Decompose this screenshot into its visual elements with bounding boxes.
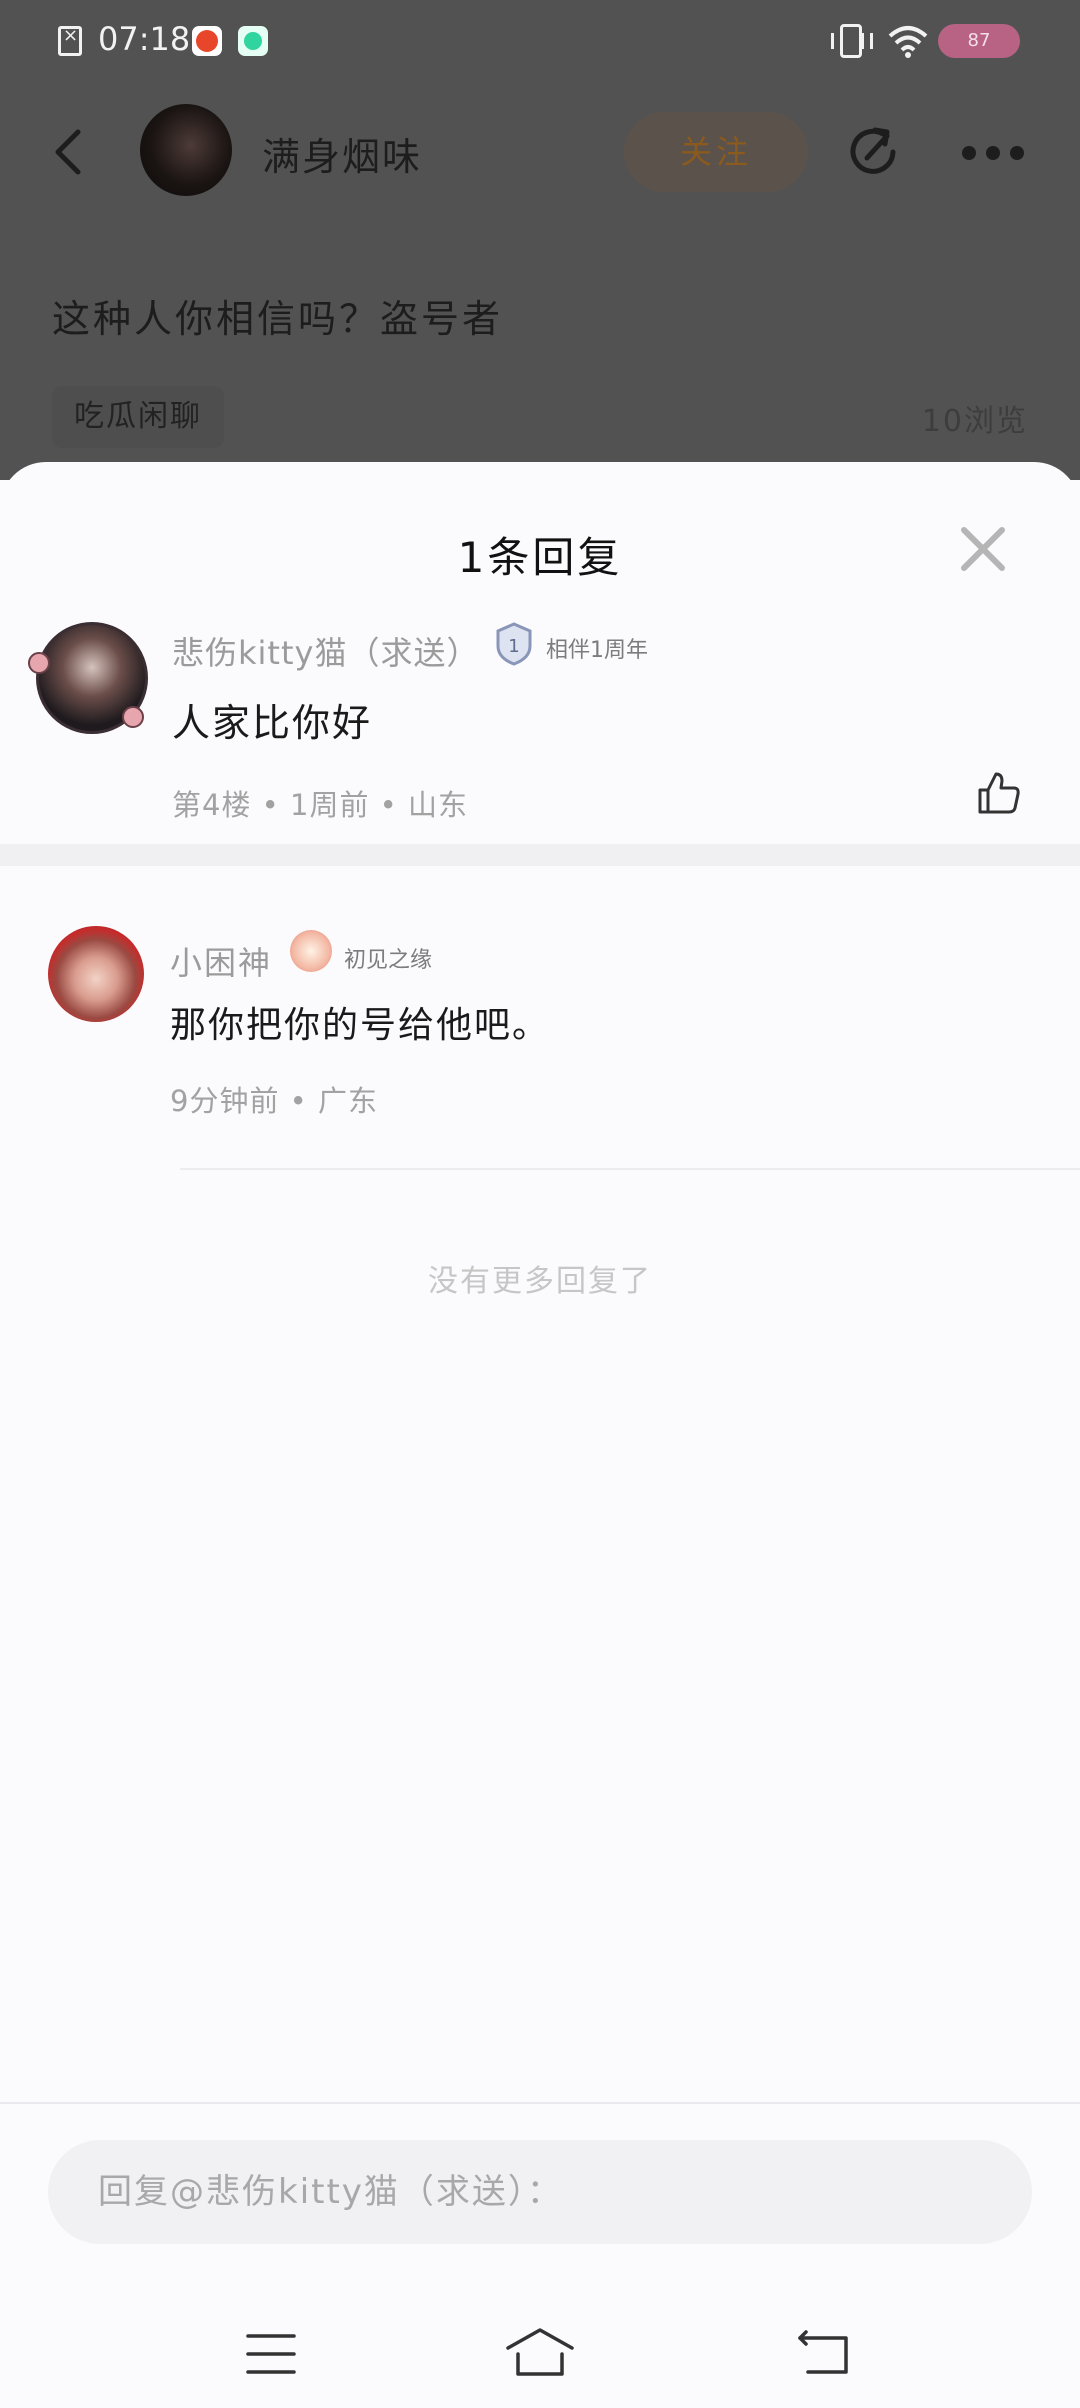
author-name[interactable]: 满身烟味 (262, 126, 422, 181)
battery-icon: 87 (938, 24, 1020, 58)
reply-text: 那你把你的号给他吧。 (170, 1005, 551, 1046)
badge-icon (290, 930, 332, 972)
post-title: 这种人你相信吗？盗号者 (52, 297, 504, 341)
commenter-name[interactable]: 悲伤kitty猫（求送） (172, 628, 479, 674)
thumbs-up-icon[interactable] (976, 770, 1022, 816)
share-icon[interactable] (845, 122, 905, 182)
follow-button[interactable]: 关注 (624, 112, 808, 192)
status-bar: 07:18 87 (0, 0, 1080, 80)
main-comment: 悲伤kitty猫（求送） 1 相伴1周年 人家比你好 第4楼 • 1周前 • 山… (0, 622, 1080, 852)
post-header: 满身烟味 关注 (0, 96, 1080, 206)
svg-text:1: 1 (508, 636, 519, 657)
app-notification-icon (192, 26, 222, 56)
reply-meta: 9分钟前 • 广东 (170, 1084, 378, 1118)
badge-label: 相伴1周年 (546, 638, 648, 663)
shield-badge-icon: 1 (496, 622, 532, 666)
app-notification-icon (238, 26, 268, 56)
more-icon[interactable] (962, 146, 1026, 160)
no-more-replies: 没有更多回复了 (428, 1264, 652, 1299)
comment-text: 人家比你好 (172, 701, 373, 745)
avatar-decoration (122, 706, 144, 728)
sheet-title: 1条回复 (457, 533, 623, 582)
back-icon[interactable] (796, 2328, 850, 2376)
reply-author-name[interactable]: 小困神 (170, 938, 272, 984)
close-icon[interactable] (958, 524, 1008, 574)
author-avatar[interactable] (140, 104, 232, 196)
reply-avatar[interactable] (48, 926, 144, 1022)
status-time: 07:18 (98, 20, 191, 58)
replies-sheet: 1条回复 悲伤kitty猫（求送） 1 相伴1周年 人家比你好 第4楼 • 1周… (0, 462, 1080, 2408)
comment-meta: 第4楼 • 1周前 • 山东 (172, 788, 468, 822)
divider (180, 1168, 1080, 1170)
badge-label: 初见之缘 (344, 948, 433, 973)
topic-tag[interactable]: 吃瓜闲聊 (52, 386, 224, 448)
wifi-icon (888, 26, 928, 58)
section-divider (0, 844, 1080, 866)
view-count: 10浏览 (921, 404, 1028, 439)
menu-icon[interactable] (246, 2332, 296, 2376)
reply-item: 小困神 初见之缘 那你把你的号给他吧。 9分钟前 • 广东 (0, 926, 1080, 1126)
avatar-decoration (28, 652, 50, 674)
background-page: 07:18 87 满身烟味 关注 这种人你相信吗？盗号者 吃瓜闲聊 10浏览 (0, 0, 1080, 480)
vibrate-icon (831, 24, 873, 58)
home-icon[interactable] (504, 2326, 576, 2378)
divider (0, 2102, 1080, 2104)
reply-input[interactable] (48, 2140, 1032, 2244)
system-nav-bar (0, 2292, 1080, 2408)
sim-error-icon (58, 25, 82, 56)
back-arrow-icon[interactable] (48, 128, 92, 176)
